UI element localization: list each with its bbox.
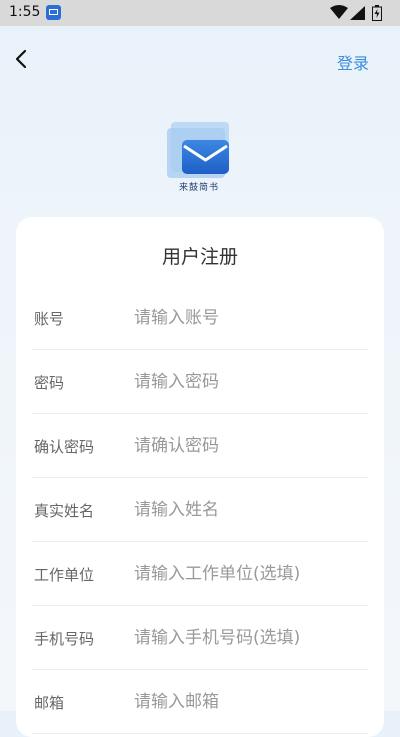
battery-icon (372, 5, 382, 21)
back-button[interactable] (10, 47, 34, 71)
form-row-workplace: 工作单位 (32, 542, 368, 606)
field-label: 工作单位 (34, 566, 95, 584)
form-row-email: 邮箱 (32, 670, 368, 734)
form-row-confirm-password: 确认密码 (32, 414, 368, 478)
wifi-icon (330, 5, 348, 19)
form-title: 用户注册 (161, 246, 238, 268)
status-icons (330, 5, 390, 21)
field-label: 确认密码 (34, 438, 95, 456)
envelope-icon (182, 140, 229, 174)
signal-icon (350, 6, 365, 20)
field-label: 密码 (34, 374, 65, 392)
app-notification-icon (46, 5, 61, 20)
field-label: 手机号码 (34, 630, 95, 648)
status-bar: 1:55 (0, 0, 400, 26)
register-card: 用户注册 账号 密码 确认密码 真实姓名 工作单位 手机号码 邮箱 (16, 217, 384, 737)
field-label: 邮箱 (34, 694, 65, 712)
real-name-input[interactable] (134, 490, 364, 530)
field-label: 真实姓名 (34, 502, 95, 520)
form-row-phone: 手机号码 (32, 606, 368, 670)
app-logo: 来鼓简书 (165, 122, 233, 194)
email-input[interactable] (134, 682, 364, 722)
status-time: 1:55 (9, 4, 41, 20)
chevron-left-icon (15, 49, 27, 69)
confirm-password-input[interactable] (134, 426, 364, 466)
phone-input[interactable] (134, 618, 364, 658)
login-link[interactable]: 登录 (337, 50, 369, 74)
password-input[interactable] (134, 362, 364, 402)
form-row-real-name: 真实姓名 (32, 478, 368, 542)
account-input[interactable] (134, 298, 364, 338)
workplace-input[interactable] (134, 554, 364, 594)
logo-text: 来鼓简书 (178, 183, 219, 193)
form-row-password: 密码 (32, 350, 368, 414)
form-row-account: 账号 (32, 286, 368, 350)
field-label: 账号 (34, 310, 65, 328)
